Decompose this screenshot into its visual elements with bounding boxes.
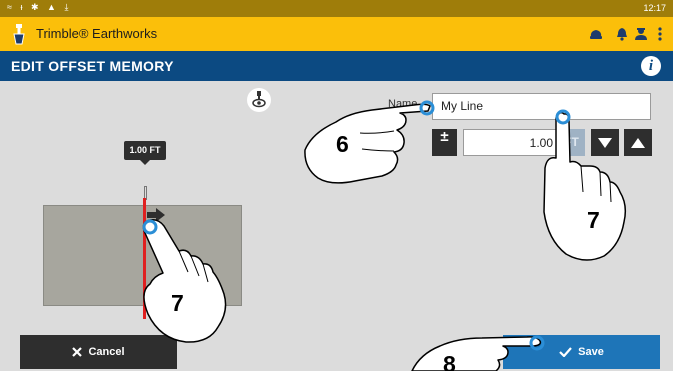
step-number-8: 8 [443,351,456,371]
eye-icon [252,91,266,108]
gps-icon: ✱ [30,2,42,12]
step-number-7-view: 7 [171,290,184,316]
cancel-button[interactable]: Cancel [20,335,177,369]
step-number-6: 6 [336,131,349,157]
warning-icon: ▲ [47,2,59,12]
close-icon [72,347,83,357]
info-button[interactable]: i [641,56,661,76]
status-time: 12:17 [643,3,666,13]
antenna-icon: ᵼ [20,2,26,12]
offset-value-input[interactable]: 1.00 [463,129,558,156]
name-input[interactable]: My Line [432,93,651,120]
triangle-up-icon [631,137,645,148]
offset-tag-pointer [140,160,150,165]
name-label: Name [388,98,418,110]
bell-icon[interactable] [614,26,630,42]
page-title: EDIT OFFSET MEMORY [11,58,174,74]
page-header: EDIT OFFSET MEMORY i [0,51,673,81]
save-button[interactable]: Save [503,335,660,369]
offset-distance-tag: 1.00 FT [124,141,166,160]
download-icon: ⤓ [64,2,72,12]
offset-line[interactable] [143,198,146,319]
wifi-icon: ≈ [7,2,15,12]
increment-button[interactable] [624,129,652,156]
status-bar: ≈ ᵼ ✱ ▲ ⤓ 12:17 [0,0,673,17]
plus-minus-button[interactable]: ± [432,129,457,156]
trimble-logo-icon [13,24,25,45]
check-icon [559,347,572,357]
status-icons: ≈ ᵼ ✱ ▲ ⤓ [7,2,71,13]
view-toggle-button[interactable] [247,88,271,112]
plus-minus-icon: ± [440,128,449,145]
save-label: Save [578,346,604,358]
step-number-7-unit: 7 [587,207,600,233]
app-bar: Trimble® Earthworks [0,17,673,51]
unit-button[interactable]: FT [558,129,585,156]
app-title: Trimble® Earthworks [36,26,158,41]
arrow-right-icon [147,208,165,222]
cancel-label: Cancel [88,346,125,358]
operator-icon[interactable] [633,26,649,42]
editor-area: Name My Line ± 1.00 FT 1.00 FT Cancel Sa… [0,81,673,371]
overflow-menu-icon[interactable] [652,26,668,42]
decrement-button[interactable] [591,129,619,156]
triangle-down-icon [598,137,612,148]
machine-icon[interactable] [588,26,604,42]
